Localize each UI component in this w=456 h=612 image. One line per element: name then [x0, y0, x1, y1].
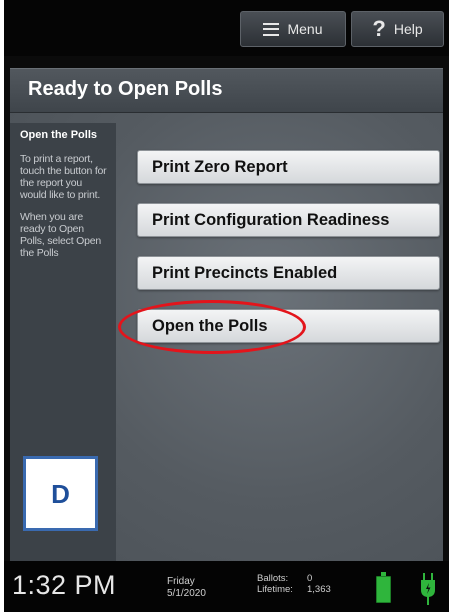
print-zero-report-button[interactable]: Print Zero Report	[137, 150, 440, 184]
menu-icon	[263, 22, 280, 36]
menu-button-label: Menu	[287, 21, 323, 37]
status-bar: 1:32 PM Friday 5/1/2020 Ballots: 0 Lifet…	[4, 561, 449, 612]
help-icon: ?	[372, 16, 386, 41]
step-callout-box: D	[23, 456, 98, 531]
device-screen: Menu ? Help Ready to Open Polls Open the…	[4, 0, 449, 612]
battery-full-icon	[376, 572, 391, 603]
title-bar: Ready to Open Polls	[10, 68, 443, 113]
main-panel: Open the Polls To print a report, touch …	[10, 113, 443, 561]
open-the-polls-button[interactable]: Open the Polls	[137, 309, 440, 343]
sidebar-title: Open the Polls	[20, 129, 98, 141]
print-configuration-readiness-button[interactable]: Print Configuration Readiness	[137, 203, 440, 237]
print-precincts-enabled-button[interactable]: Print Precincts Enabled	[137, 256, 440, 290]
help-button-label: Help	[393, 21, 423, 37]
ballots-label: Ballots:	[257, 573, 289, 584]
sidebar-instruction-open: When you are ready to Open Polls, select…	[20, 211, 102, 259]
date-value: 5/1/2020	[167, 588, 206, 599]
clock-time: 1:32 PM	[12, 570, 117, 600]
page-title: Ready to Open Polls	[28, 78, 223, 100]
ballots-value: 0	[307, 573, 313, 584]
lifetime-label: Lifetime:	[257, 584, 293, 595]
menu-button[interactable]: Menu	[240, 11, 346, 47]
lifetime-value: 1,363	[307, 584, 331, 595]
top-bar: Menu ? Help	[4, 0, 449, 56]
ballot-counts: Ballots: 0 Lifetime: 1,363	[257, 573, 331, 595]
instructions-sidebar: Open the Polls To print a report, touch …	[10, 123, 116, 561]
day-name: Friday	[167, 576, 195, 587]
sidebar-instruction-print: To print a report, touch the button for …	[20, 153, 107, 201]
help-button[interactable]: ? Help	[351, 11, 444, 47]
date-display: Friday 5/1/2020	[167, 576, 206, 600]
power-plug-icon	[421, 573, 435, 605]
